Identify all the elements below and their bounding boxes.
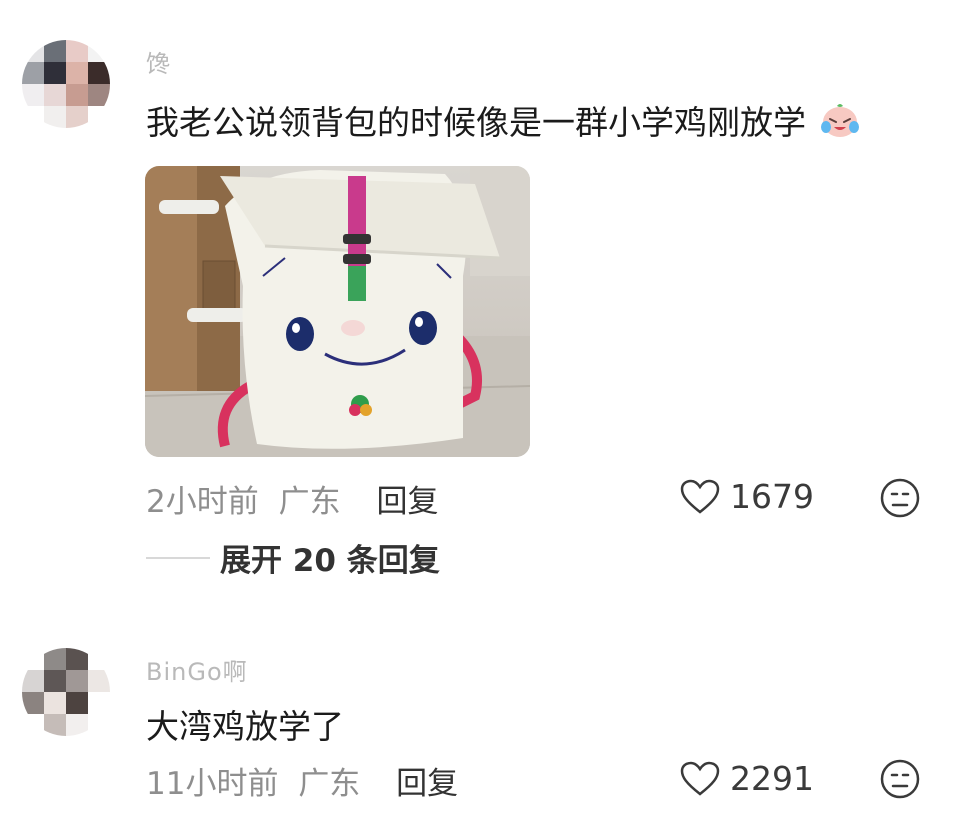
dislike-face-icon[interactable] — [880, 759, 920, 799]
comment-meta: 11小时前 广东 回复 — [146, 758, 458, 803]
expand-divider — [146, 556, 210, 559]
like-button[interactable]: 1679 — [680, 477, 814, 516]
dislike-face-icon[interactable] — [880, 478, 920, 518]
like-count: 1679 — [730, 477, 814, 516]
like-button[interactable]: 2291 — [680, 759, 814, 798]
backpack-photo[interactable] — [145, 166, 530, 457]
comment-time: 2小时前 — [146, 484, 259, 520]
reply-button[interactable]: 回复 — [396, 766, 458, 802]
comment-location: 广东 — [278, 484, 341, 520]
comment-username[interactable]: BinGo啊 — [146, 652, 248, 687]
like-count: 2291 — [730, 759, 814, 798]
comment-text-content: 我老公说领背包的时候像是一群小学鸡刚放学 — [146, 103, 806, 142]
avatar[interactable] — [22, 40, 110, 128]
comment-text: 大湾鸡放学了 — [146, 707, 344, 746]
expand-replies-button[interactable]: 展开 20 条回复 — [146, 535, 440, 580]
laughing-crying-face-icon — [820, 104, 859, 137]
expand-label: 展开 20 条回复 — [220, 543, 440, 579]
avatar[interactable] — [22, 648, 110, 736]
comment-location: 广东 — [298, 766, 361, 802]
comment-time: 11小时前 — [146, 766, 279, 802]
reply-button[interactable]: 回复 — [376, 484, 438, 520]
backpack-image — [145, 166, 530, 457]
heart-icon — [680, 761, 720, 796]
comment-meta: 2小时前 广东 回复 — [146, 476, 438, 521]
heart-icon — [680, 479, 720, 514]
comment-text: 我老公说领背包的时候像是一群小学鸡刚放学 — [146, 96, 861, 144]
comment-username[interactable]: 馋 — [146, 44, 171, 79]
